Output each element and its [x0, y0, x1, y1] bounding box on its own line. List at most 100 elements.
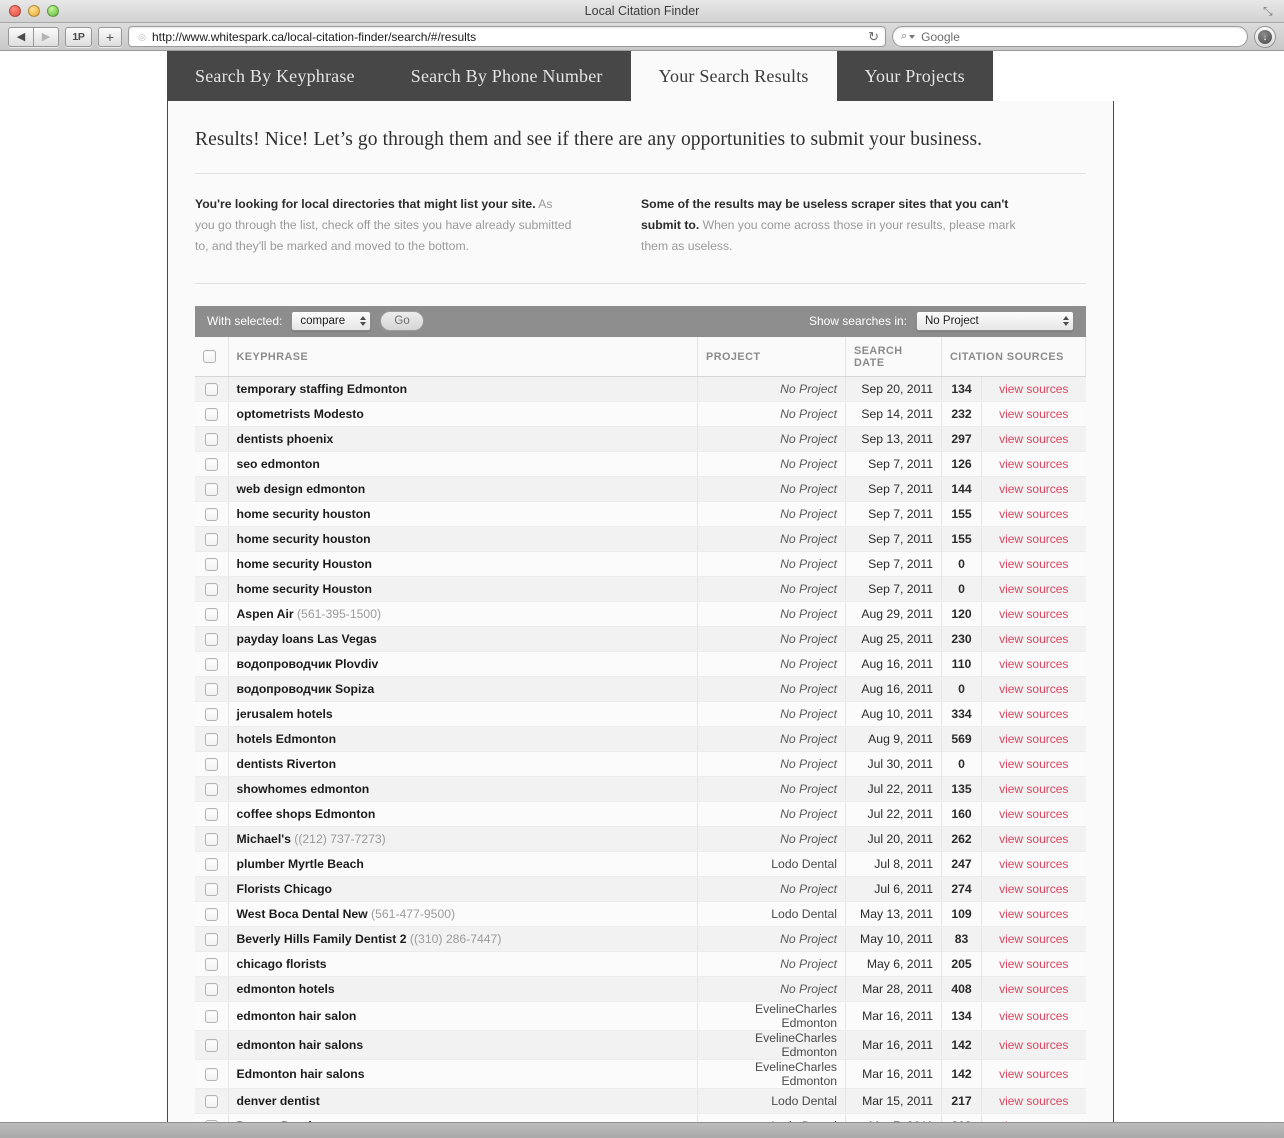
- fullscreen-icon[interactable]: ⤡: [1263, 5, 1276, 18]
- maximize-window-icon[interactable]: [47, 5, 59, 17]
- reload-icon[interactable]: ↻: [864, 29, 879, 45]
- row-checkbox[interactable]: [204, 808, 218, 822]
- table-row[interactable]: dentists phoenix No Project Sep 13, 2011 29…: [195, 426, 1086, 452]
- row-checkbox[interactable]: [204, 408, 218, 422]
- table-row[interactable]: водопроводчик Plovdiv No Project Aug 16, 2…: [195, 651, 1086, 677]
- row-checkbox[interactable]: [204, 708, 218, 722]
- table-row[interactable]: edmonton hair salon EvelineCharles Edmont…: [195, 1001, 1086, 1031]
- search-field[interactable]: ⌕ Google: [892, 26, 1248, 47]
- view-sources-link[interactable]: view sources: [999, 807, 1068, 821]
- table-row[interactable]: home security houston No Project Sep 7, 20…: [195, 501, 1086, 527]
- view-sources-link[interactable]: view sources: [999, 532, 1068, 546]
- view-sources-link[interactable]: view sources: [999, 932, 1068, 946]
- row-checkbox[interactable]: [204, 1068, 218, 1082]
- view-sources-link[interactable]: view sources: [999, 657, 1068, 671]
- project-filter-select[interactable]: No Project: [916, 311, 1074, 332]
- table-row[interactable]: Aspen Air (561-395-1500) No Project Aug 29…: [195, 601, 1086, 627]
- view-sources-link[interactable]: view sources: [999, 632, 1068, 646]
- row-checkbox[interactable]: [204, 958, 218, 972]
- row-checkbox[interactable]: [204, 858, 218, 872]
- view-sources-link[interactable]: view sources: [999, 907, 1068, 921]
- row-checkbox[interactable]: [204, 508, 218, 522]
- table-row[interactable]: coffee shops Edmonton No Project Jul 22, 2…: [195, 801, 1086, 827]
- row-checkbox[interactable]: [204, 1039, 218, 1053]
- view-sources-link[interactable]: view sources: [999, 382, 1068, 396]
- view-sources-link[interactable]: view sources: [999, 507, 1068, 521]
- tab-your-search-results[interactable]: Your Search Results: [630, 51, 837, 101]
- column-header-citation-sources[interactable]: CITATION SOURCES: [941, 336, 1086, 377]
- view-sources-link[interactable]: view sources: [999, 782, 1068, 796]
- close-window-icon[interactable]: [9, 5, 21, 17]
- row-checkbox[interactable]: [204, 483, 218, 497]
- tab-search-by-keyphrase[interactable]: Search By Keyphrase: [167, 51, 383, 101]
- row-checkbox[interactable]: [204, 1095, 218, 1109]
- downloads-button[interactable]: ↓: [1254, 25, 1276, 48]
- table-row[interactable]: web design edmonton No Project Sep 7, 2011…: [195, 476, 1086, 502]
- forward-button[interactable]: ▶: [33, 26, 59, 47]
- select-all-checkbox[interactable]: [203, 350, 216, 364]
- bulk-action-select[interactable]: compare: [291, 311, 372, 332]
- row-checkbox[interactable]: [204, 883, 218, 897]
- table-row[interactable]: dentists Riverton No Project Jul 30, 2011 0…: [195, 751, 1086, 777]
- row-checkbox[interactable]: [204, 533, 218, 547]
- new-tab-button[interactable]: +: [98, 26, 122, 47]
- row-checkbox[interactable]: [204, 683, 218, 697]
- table-row[interactable]: Beverly Hills Family Dentist 2 ((310) 28…: [195, 926, 1086, 952]
- table-row[interactable]: home security Houston No Project Sep 7, 20…: [195, 576, 1086, 602]
- row-checkbox[interactable]: [204, 933, 218, 947]
- view-sources-link[interactable]: view sources: [999, 407, 1068, 421]
- address-bar[interactable]: ◎ http://www.whitespark.ca/local-citatio…: [128, 26, 886, 47]
- table-row[interactable]: home security Houston No Project Sep 7, 20…: [195, 551, 1086, 577]
- row-checkbox[interactable]: [204, 908, 218, 922]
- table-row[interactable]: edmonton hair salons EvelineCharles Edmon…: [195, 1030, 1086, 1060]
- view-sources-link[interactable]: view sources: [999, 682, 1068, 696]
- table-row[interactable]: payday loans Las Vegas No Project Aug 25, …: [195, 626, 1086, 652]
- go-button[interactable]: Go: [380, 311, 424, 332]
- table-row[interactable]: denver dentist Lodo Dental Mar 15, 2011 217…: [195, 1088, 1086, 1114]
- onepassword-button[interactable]: 1P: [65, 26, 92, 47]
- column-header-keyphrase[interactable]: KEYPHRASE: [228, 336, 698, 377]
- table-row[interactable]: hotels Edmonton No Project Aug 9, 2011 569 v…: [195, 726, 1086, 752]
- view-sources-link[interactable]: view sources: [999, 582, 1068, 596]
- tab-search-by-phone-number[interactable]: Search By Phone Number: [382, 51, 631, 101]
- table-row[interactable]: edmonton hotels No Project Mar 28, 2011 408…: [195, 976, 1086, 1002]
- table-row[interactable]: Michael's ((212) 737-7273) No Project Jul …: [195, 826, 1086, 852]
- chevron-down-icon[interactable]: [909, 34, 916, 39]
- table-row[interactable]: West Boca Dental New (561-477-9500) Lodo …: [195, 901, 1086, 927]
- row-checkbox[interactable]: [204, 1010, 218, 1024]
- view-sources-link[interactable]: view sources: [999, 482, 1068, 496]
- row-checkbox[interactable]: [204, 433, 218, 447]
- row-checkbox[interactable]: [204, 558, 218, 572]
- view-sources-link[interactable]: view sources: [999, 1038, 1068, 1052]
- row-checkbox[interactable]: [204, 833, 218, 847]
- row-checkbox[interactable]: [204, 383, 218, 397]
- table-row[interactable]: showhomes edmonton No Project Jul 22, 2011…: [195, 776, 1086, 802]
- table-row[interactable]: Edmonton hair salons EvelineCharles Edmon…: [195, 1059, 1086, 1089]
- row-checkbox[interactable]: [204, 783, 218, 797]
- table-row[interactable]: chicago florists No Project May 6, 2011 205…: [195, 951, 1086, 977]
- view-sources-link[interactable]: view sources: [999, 607, 1068, 621]
- view-sources-link[interactable]: view sources: [999, 432, 1068, 446]
- horizontal-scrollbar[interactable]: [0, 1122, 1284, 1138]
- view-sources-link[interactable]: view sources: [999, 457, 1068, 471]
- tab-your-projects[interactable]: Your Projects: [836, 51, 993, 101]
- row-checkbox[interactable]: [204, 608, 218, 622]
- minimize-window-icon[interactable]: [28, 5, 40, 17]
- table-row[interactable]: водопроводчик Sopiza No Project Aug 16, 20…: [195, 676, 1086, 702]
- view-sources-link[interactable]: view sources: [999, 557, 1068, 571]
- row-checkbox[interactable]: [204, 658, 218, 672]
- view-sources-link[interactable]: view sources: [999, 1094, 1068, 1108]
- column-header-search-date[interactable]: SEARCH DATE: [845, 336, 942, 377]
- view-sources-link[interactable]: view sources: [999, 957, 1068, 971]
- view-sources-link[interactable]: view sources: [999, 857, 1068, 871]
- view-sources-link[interactable]: view sources: [999, 832, 1068, 846]
- view-sources-link[interactable]: view sources: [999, 757, 1068, 771]
- view-sources-link[interactable]: view sources: [999, 1009, 1068, 1023]
- column-header-project[interactable]: PROJECT: [697, 336, 846, 377]
- row-checkbox[interactable]: [204, 983, 218, 997]
- view-sources-link[interactable]: view sources: [999, 732, 1068, 746]
- row-checkbox[interactable]: [204, 458, 218, 472]
- row-checkbox[interactable]: [204, 733, 218, 747]
- row-checkbox[interactable]: [204, 633, 218, 647]
- view-sources-link[interactable]: view sources: [999, 1067, 1068, 1081]
